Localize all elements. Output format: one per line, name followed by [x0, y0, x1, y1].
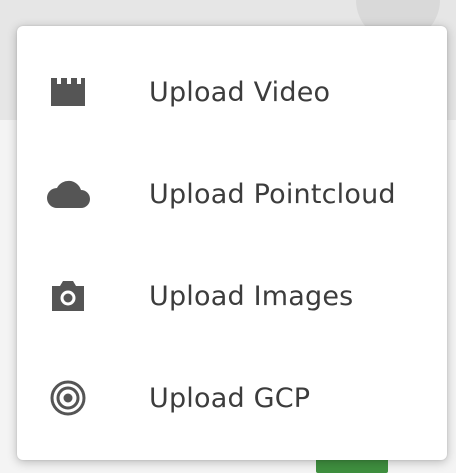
menu-item-label: Upload GCP: [149, 382, 311, 414]
menu-item-label: Upload Video: [149, 76, 331, 108]
menu-item-upload-images[interactable]: Upload Images: [17, 245, 447, 347]
upload-menu: Upload Video Upload Pointcloud Upload Im…: [17, 26, 447, 460]
clapperboard-icon: [45, 69, 91, 115]
menu-item-upload-pointcloud[interactable]: Upload Pointcloud: [17, 143, 447, 245]
cloud-icon: [45, 171, 91, 217]
menu-item-label: Upload Images: [149, 280, 354, 312]
menu-item-label: Upload Pointcloud: [149, 178, 396, 210]
menu-item-upload-gcp[interactable]: Upload GCP: [17, 347, 447, 449]
menu-item-upload-video[interactable]: Upload Video: [17, 41, 447, 143]
status-chip: [316, 458, 388, 473]
target-icon: [45, 375, 91, 421]
camera-icon: [45, 273, 91, 319]
